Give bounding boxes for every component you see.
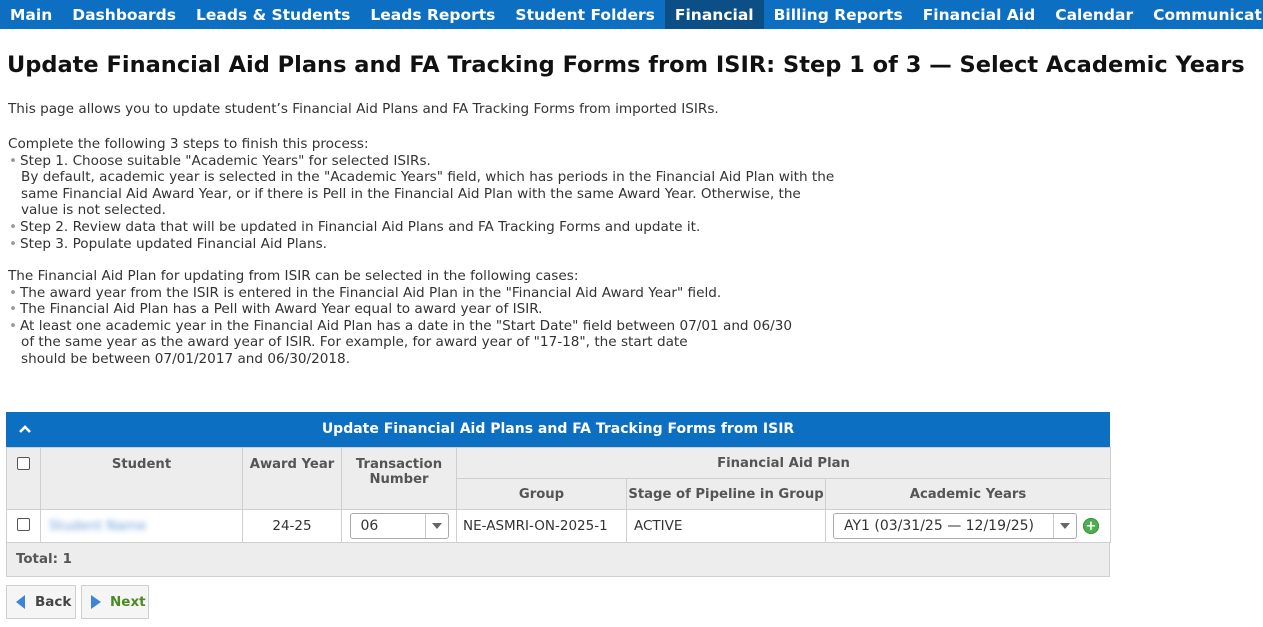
case-1: • The award year from the ISIR is entered… [9,284,722,301]
back-button[interactable]: Back [6,585,76,619]
nav-communication[interactable]: Communication [1143,0,1263,29]
transaction-number-value: 06 [360,518,379,534]
panel-header: Update Financial Aid Plans and FA Tracki… [6,412,1110,447]
add-icon[interactable]: + [1083,518,1099,534]
nav-student-folders[interactable]: Student Folders [505,0,664,29]
step-1-detail: By default, academic year is selected in… [21,169,835,186]
academic-years-select[interactable]: AY1 (03/31/25 — 12/19/25) [833,513,1077,539]
steps-block: Complete the following 3 steps to finish… [8,136,834,252]
isir-update-panel: Update Financial Aid Plans and FA Tracki… [6,412,1111,577]
nav-main[interactable]: Main [0,0,62,29]
chevron-down-icon [1053,514,1076,538]
transaction-cell: 06 [341,509,457,543]
student-link[interactable]: Student Name [49,518,146,534]
academic-years-value: AY1 (03/31/25 — 12/19/25) [844,518,1034,534]
step-1: • Step 1. Choose suitable "Academic Years… [9,152,431,169]
column-header-stage[interactable]: Stage of Pipeline in Group [626,478,826,510]
page-title: Update Financial Aid Plans and FA Tracki… [7,52,1245,78]
case-2: • The Financial Aid Plan has a Pell with … [9,301,543,318]
case-3: • At least one academic year in the Finan… [9,317,793,334]
row-checkbox[interactable] [17,517,30,531]
intro-text: This page allows you to update student’s… [8,101,719,117]
cases-heading: The Financial Aid Plan for updating from… [8,268,579,284]
table-row: Student Name 24-25 06 NE-ASMRI-ON-2025-1… [6,509,1111,543]
step-1-detail: same Financial Aid Award Year, or if the… [21,185,801,202]
column-header-student[interactable]: Student [40,447,243,510]
student-cell: Student Name [40,509,243,543]
select-all-checkbox[interactable] [17,457,30,470]
nav-financial-aid[interactable]: Financial Aid [913,0,1046,29]
column-header-group[interactable]: Group [456,478,627,510]
cases-block: The Financial Aid Plan for updating from… [8,268,792,368]
step-3: • Step 3. Populate updated Financial Aid … [9,235,328,252]
nav-billing-reports[interactable]: Billing Reports [764,0,913,29]
arrow-left-icon [16,595,26,609]
case-3-detail: should be between 07/01/2017 and 06/30/2… [21,350,351,367]
step-1-detail: value is not selected. [21,202,166,219]
top-nav: Main Dashboards Leads & Students Leads R… [0,0,1263,29]
isir-table: Student Award Year Transaction Number Fi… [6,447,1111,543]
next-button-label: Next [110,594,146,610]
back-button-label: Back [35,594,72,610]
nav-dashboards[interactable]: Dashboards [62,0,186,29]
step-2: • Step 2. Review data that will be update… [9,218,701,235]
table-total: Total: 1 [6,543,1110,577]
column-header-transaction-number[interactable]: Transaction Number [341,447,457,510]
row-select-cell [6,509,41,543]
panel-title: Update Financial Aid Plans and FA Tracki… [321,421,795,437]
award-year-cell: 24-25 [242,509,342,543]
nav-financial[interactable]: Financial [664,0,764,29]
column-header-financial-aid-plan: Financial Aid Plan [456,447,1111,479]
transaction-number-select[interactable]: 06 [349,513,449,539]
steps-heading: Complete the following 3 steps to finish… [8,136,369,152]
next-button[interactable]: Next [81,585,149,619]
chevron-down-icon [424,514,448,538]
arrow-right-icon [91,595,101,609]
academic-years-cell: AY1 (03/31/25 — 12/19/25) + [825,509,1111,543]
group-cell: NE-ASMRI-ON-2025-1 [456,509,627,543]
stage-cell: ACTIVE [626,509,826,543]
column-header-award-year[interactable]: Award Year [242,447,342,510]
select-all-cell [6,447,41,510]
nav-leads-reports[interactable]: Leads Reports [360,0,505,29]
nav-leads-students[interactable]: Leads & Students [186,0,360,29]
column-header-academic-years[interactable]: Academic Years [825,478,1111,510]
case-3-detail: of the same year as the award year of IS… [21,334,688,351]
nav-calendar[interactable]: Calendar [1045,0,1143,29]
